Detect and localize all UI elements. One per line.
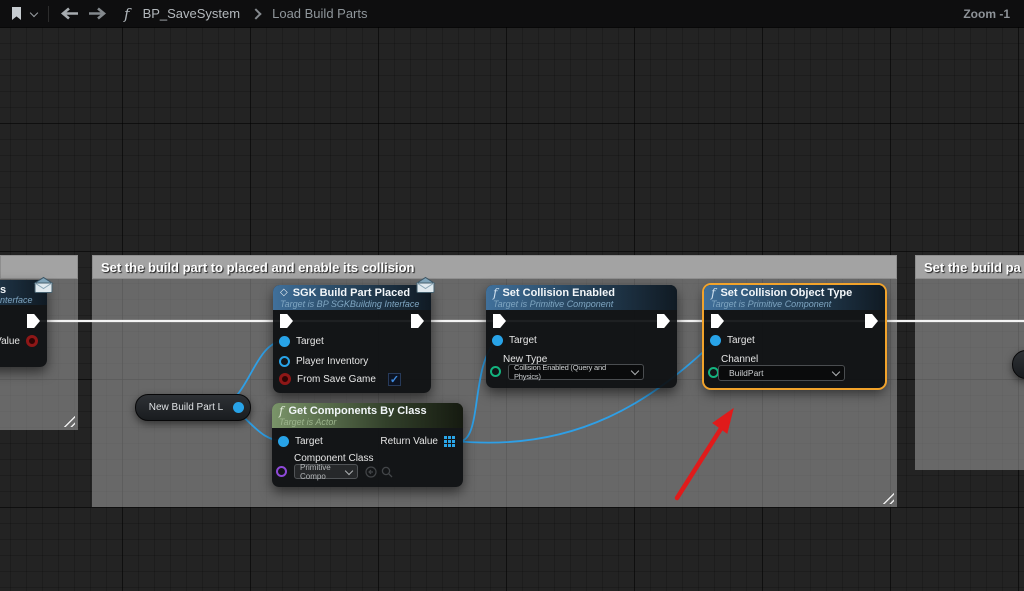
comment-title: Set the build part to placed and enable … bbox=[101, 260, 415, 275]
variable-label: New Build Part L bbox=[149, 402, 223, 413]
component-class-dropdown[interactable]: Primitive Compo bbox=[294, 464, 358, 479]
zoom-level-label: Zoom -1 bbox=[963, 7, 1014, 21]
browse-search-icon[interactable] bbox=[381, 466, 393, 478]
node-get-components-by-class[interactable]: f Get Components By Class Target is Acto… bbox=[272, 403, 463, 487]
forward-arrow-icon bbox=[88, 7, 107, 20]
comment-body bbox=[915, 279, 1024, 470]
message-envelope-icon bbox=[415, 276, 436, 299]
exec-out-pin[interactable] bbox=[657, 314, 670, 328]
forward-button[interactable] bbox=[88, 7, 107, 20]
node-subtitle: Target is Primitive Component bbox=[493, 299, 670, 309]
comment-title: Set the build pa bbox=[924, 260, 1021, 275]
node-subtitle-fragment: nterface bbox=[0, 295, 33, 305]
breadcrumb-root[interactable]: BP_SaveSystem bbox=[143, 6, 241, 21]
function-icon: f bbox=[279, 406, 283, 416]
function-graph-icon: f bbox=[124, 5, 130, 23]
exec-in-pin[interactable] bbox=[711, 314, 724, 328]
variable-output-pin[interactable] bbox=[233, 402, 244, 413]
node-title: Set Collision Enabled bbox=[502, 287, 614, 299]
node-set-collision-enabled[interactable]: f Set Collision Enabled Target is Primit… bbox=[486, 285, 677, 388]
blueprint-graph-canvas[interactable]: Set the build part to placed and enable … bbox=[0, 0, 1024, 591]
pin-label: Target bbox=[727, 335, 755, 346]
exec-in-pin[interactable] bbox=[280, 314, 293, 328]
pin-label: Target bbox=[296, 336, 324, 347]
node-sgk-build-part-placed[interactable]: ◇ SGK Build Part Placed Target is BP SGK… bbox=[273, 285, 431, 393]
comment-right-clipped: Set the build pa bbox=[915, 255, 1024, 470]
interface-event-icon: ◇ bbox=[280, 287, 288, 299]
component-class-pin[interactable] bbox=[276, 466, 287, 477]
pin-label: Player Inventory bbox=[296, 356, 368, 367]
new-type-dropdown[interactable]: Collision Enabled (Query and Physics) bbox=[508, 364, 644, 380]
function-icon: f bbox=[711, 288, 715, 298]
exec-out-pin[interactable] bbox=[411, 314, 424, 328]
exec-out-pin[interactable] bbox=[27, 314, 40, 328]
node-title: SGK Build Part Placed bbox=[293, 287, 410, 299]
bookmarks-button[interactable] bbox=[10, 6, 37, 21]
back-arrow-icon bbox=[60, 7, 79, 20]
chevron-down-icon bbox=[631, 367, 639, 375]
player-inventory-pin[interactable] bbox=[279, 356, 290, 367]
breadcrumb-chevron-icon bbox=[250, 8, 261, 19]
target-pin[interactable] bbox=[492, 335, 503, 346]
target-pin[interactable] bbox=[278, 436, 289, 447]
channel-dropdown[interactable]: BuildPart bbox=[718, 365, 845, 381]
pin-label: Target bbox=[509, 335, 537, 346]
breadcrumb-current[interactable]: Load Build Parts bbox=[272, 6, 367, 21]
channel-label: Channel bbox=[721, 354, 758, 365]
node-left-clipped[interactable]: s nterface n Value bbox=[0, 280, 47, 367]
node-subtitle: Target is Primitive Component bbox=[711, 299, 878, 309]
from-save-game-checkbox[interactable]: ✓ bbox=[388, 373, 401, 386]
chevron-down-icon bbox=[30, 8, 38, 16]
function-icon: f bbox=[493, 288, 497, 298]
comment-header[interactable]: Set the build pa bbox=[915, 255, 1024, 279]
pin-label-fragment: n Value bbox=[0, 336, 20, 347]
dropdown-value: Collision Enabled (Query and Physics) bbox=[514, 363, 626, 381]
comment-header[interactable]: Set the build part to placed and enable … bbox=[92, 255, 897, 279]
exec-in-pin[interactable] bbox=[493, 314, 506, 328]
bookmark-icon bbox=[10, 6, 23, 21]
return-value-array-pin[interactable] bbox=[444, 436, 455, 447]
target-pin[interactable] bbox=[710, 335, 721, 346]
pin-label: Return Value bbox=[380, 436, 438, 447]
chevron-down-icon bbox=[832, 368, 840, 376]
toolbar-divider bbox=[48, 6, 49, 22]
node-title: Set Collision Object Type bbox=[720, 287, 852, 299]
pin-label: Target bbox=[295, 436, 323, 447]
chevron-down-icon bbox=[345, 466, 353, 474]
checkmark-icon: ✓ bbox=[390, 373, 399, 386]
target-pin[interactable] bbox=[279, 336, 290, 347]
node-subtitle: Target is BP SGKBuilding Interface bbox=[280, 299, 424, 309]
pin-label: From Save Game bbox=[297, 374, 376, 385]
return-value-pin[interactable] bbox=[26, 335, 38, 347]
node-title: Get Components By Class bbox=[288, 405, 426, 417]
message-envelope-icon bbox=[33, 276, 54, 299]
from-save-game-pin[interactable] bbox=[279, 373, 291, 385]
back-button[interactable] bbox=[60, 7, 79, 20]
node-set-collision-object-type[interactable]: f Set Collision Object Type Target is Pr… bbox=[704, 285, 885, 388]
exec-out-pin[interactable] bbox=[865, 314, 878, 328]
new-type-pin[interactable] bbox=[490, 366, 501, 377]
graph-toolbar: f BP_SaveSystem Load Build Parts Zoom -1 bbox=[0, 0, 1024, 27]
node-subtitle: Target is Actor bbox=[279, 417, 456, 427]
dropdown-value: Primitive Compo bbox=[300, 463, 344, 481]
use-asset-icon[interactable] bbox=[365, 466, 377, 478]
dropdown-value: BuildPart bbox=[729, 368, 764, 378]
variable-node-new-build-part[interactable]: New Build Part L bbox=[135, 394, 251, 421]
